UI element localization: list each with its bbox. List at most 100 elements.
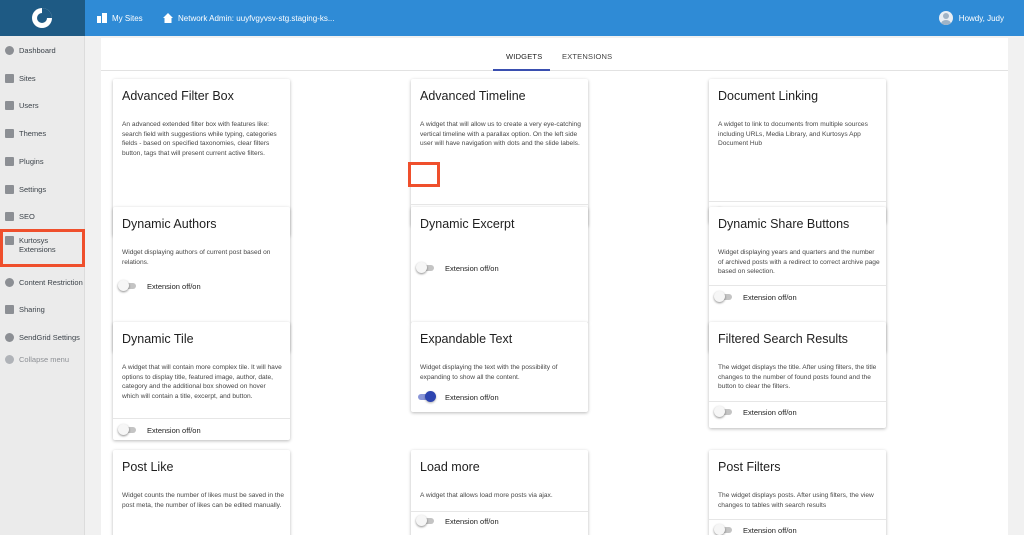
sidebar-item-label: Sharing <box>19 304 45 314</box>
card-footer: Extension off/on <box>113 275 290 297</box>
sidebar-item-label: Themes <box>19 128 47 138</box>
widget-card: Advanced Timeline A widget that will all… <box>411 79 588 226</box>
sidebar-item-label: Plugins <box>19 156 44 166</box>
card-footer: Extension off/on <box>113 418 290 440</box>
sidebar-item-label: Dashboard <box>19 45 56 55</box>
collapse-menu-button[interactable]: Collapse menu <box>0 348 85 370</box>
extension-toggle[interactable]: Extension off/on <box>416 262 499 274</box>
admin-sidebar: Dashboard Sites Users Themes Plugins Set… <box>0 36 85 535</box>
sharing-icon <box>5 304 14 314</box>
toggle-label: Extension off/on <box>743 407 797 417</box>
sidebar-item-themes[interactable]: Themes <box>0 122 85 144</box>
sidebar-item-users[interactable]: Users <box>0 94 85 116</box>
sidebar-item-sendgrid-settings[interactable]: SendGrid Settings <box>0 326 85 348</box>
card-title: Document Linking <box>718 89 819 103</box>
widget-card: Expandable Text Widget displaying the te… <box>411 322 588 412</box>
toggle-switch[interactable] <box>714 406 734 418</box>
extension-toggle[interactable]: Extension off/on <box>416 515 499 527</box>
toggle-switch[interactable] <box>416 515 436 527</box>
sidebar-item-label: Content Restriction <box>19 277 83 287</box>
toggle-label: Extension off/on <box>147 281 201 291</box>
widget-card: Dynamic Excerpt Extension off/on <box>411 207 588 323</box>
card-title: Advanced Timeline <box>420 89 526 103</box>
extension-toggle[interactable]: Extension off/on <box>714 406 797 418</box>
widget-card: Document Linking A widget to link to doc… <box>709 79 886 223</box>
sidebar-item-label-line2: Extensions <box>19 245 56 254</box>
card-description: Widget counts the number of likes must b… <box>122 492 284 509</box>
toggle-switch[interactable] <box>118 280 138 292</box>
card-description: A widget to link to documents from multi… <box>718 121 868 148</box>
sidebar-item-content-restriction[interactable]: Content Restriction <box>0 271 85 293</box>
extension-toggle[interactable]: Extension off/on <box>714 524 797 535</box>
card-footer: Extension off/on <box>709 401 886 428</box>
settings-icon <box>5 184 14 194</box>
logo-icon <box>32 8 52 28</box>
sidebar-item-dashboard[interactable]: Dashboard <box>0 39 85 61</box>
toggle-label: Extension off/on <box>743 292 797 302</box>
card-description: Widget displaying authors of current pos… <box>122 249 271 266</box>
plugins-icon <box>5 156 14 166</box>
toggle-label: Extension off/on <box>445 516 499 526</box>
card-title: Dynamic Authors <box>122 217 217 231</box>
card-description: The widget displays posts. After using f… <box>718 492 874 509</box>
widget-card: Load more A widget that allows load more… <box>411 450 588 535</box>
card-description: An advanced extended filter box with fea… <box>122 121 277 157</box>
extension-toggle[interactable]: Extension off/on <box>714 291 797 303</box>
toggle-label: Extension off/on <box>445 392 499 402</box>
sidebar-item-seo[interactable]: SEO <box>0 205 85 227</box>
toggle-switch[interactable] <box>118 424 138 436</box>
account-menu[interactable]: Howdy, Judy <box>938 0 1004 36</box>
collapse-icon <box>5 354 14 364</box>
active-tab-indicator <box>493 69 550 71</box>
toggle-switch[interactable] <box>714 524 734 535</box>
toggle-switch[interactable] <box>416 391 436 403</box>
card-title: Post Like <box>122 460 174 474</box>
card-description: Widget displaying the text with the poss… <box>420 364 558 381</box>
sidebar-item-label-wrap: Kurtosys Extensions <box>19 236 56 254</box>
toggle-switch[interactable] <box>714 291 734 303</box>
highlight-annotation <box>408 162 440 187</box>
sidebar-item-sites[interactable]: Sites <box>0 67 85 89</box>
card-description: A widget that allows load more posts via… <box>420 492 553 499</box>
sidebar-item-kurtosys-extensions[interactable]: Kurtosys Extensions <box>0 229 85 267</box>
tab-widgets[interactable]: WIDGETS <box>506 52 542 61</box>
card-description: Widget displaying years and quarters and… <box>718 249 880 276</box>
sidebar-item-label: Collapse menu <box>19 354 70 364</box>
home-icon <box>163 13 173 23</box>
gear-icon <box>5 332 14 342</box>
my-sites-link[interactable]: My Sites <box>97 0 143 36</box>
extension-toggle[interactable]: Extension off/on <box>416 391 499 403</box>
users-icon <box>5 100 14 110</box>
sidebar-item-settings[interactable]: Settings <box>0 178 85 200</box>
card-title: Dynamic Share Buttons <box>718 217 850 231</box>
sidebar-item-label: Sites <box>19 73 36 83</box>
tab-extensions[interactable]: EXTENSIONS <box>562 52 612 61</box>
sidebar-item-label: SEO <box>19 211 35 221</box>
card-description: A widget that will allow us to create a … <box>420 121 581 148</box>
toggle-switch[interactable] <box>416 262 436 274</box>
themes-icon <box>5 128 14 138</box>
sidebar-item-label: Settings <box>19 184 47 194</box>
network-admin-link[interactable]: Network Admin: uuyfvgyvsv-stg.staging-ks… <box>163 0 335 36</box>
sidebar-item-plugins[interactable]: Plugins <box>0 150 85 172</box>
main-content: WIDGETS EXTENSIONS Advanced Filter Box A… <box>101 38 1008 535</box>
card-title: Dynamic Excerpt <box>420 217 515 231</box>
admin-top-bar: My Sites Network Admin: uuyfvgyvsv-stg.s… <box>0 0 1024 36</box>
card-title: Filtered Search Results <box>718 332 848 346</box>
tab-bar: WIDGETS EXTENSIONS <box>101 38 1008 71</box>
toggle-label: Extension off/on <box>445 263 499 273</box>
seo-icon <box>5 211 14 221</box>
dashboard-icon <box>5 45 14 55</box>
sites-icon <box>5 73 14 83</box>
card-title: Dynamic Tile <box>122 332 194 346</box>
buildings-icon <box>97 13 107 23</box>
my-sites-label: My Sites <box>112 13 143 23</box>
widget-card: Post Filters The widget displays posts. … <box>709 450 886 535</box>
site-logo-button[interactable] <box>0 0 85 36</box>
sidebar-item-sharing[interactable]: Sharing <box>0 298 85 320</box>
extension-toggle[interactable]: Extension off/on <box>118 424 201 436</box>
extension-toggle[interactable]: Extension off/on <box>118 280 201 292</box>
extensions-icon <box>5 236 14 245</box>
widget-card: Filtered Search Results The widget displ… <box>709 322 886 428</box>
card-footer: Extension off/on <box>411 390 588 412</box>
